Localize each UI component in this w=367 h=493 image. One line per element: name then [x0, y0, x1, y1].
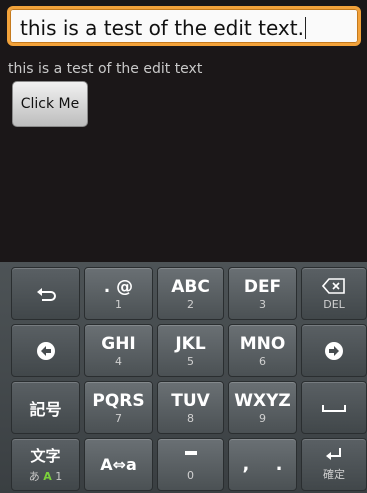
dash-icon	[158, 451, 223, 455]
key-7[interactable]: PQRS 7	[84, 381, 153, 434]
key-4[interactable]: GHI 4	[84, 324, 153, 377]
key-case-toggle[interactable]: A⇔a	[84, 438, 153, 491]
key-1[interactable]: . @ 1	[84, 267, 153, 320]
edit-text-field[interactable]: this is a test of the edit text.	[7, 6, 361, 46]
key-cursor-right[interactable]	[301, 324, 367, 377]
key-space[interactable]	[301, 381, 367, 434]
key-8[interactable]: TUV 8	[157, 381, 224, 434]
key-symbols[interactable]: 記号	[11, 381, 80, 434]
echo-label: this is a test of the edit text	[8, 61, 203, 77]
key-3[interactable]: DEF 3	[228, 267, 297, 320]
key-5[interactable]: JKL 5	[157, 324, 224, 377]
key-input-mode[interactable]: 文字 あ A 1	[11, 438, 80, 491]
backspace-icon	[302, 278, 366, 294]
soft-keyboard: . @ 1 ABC 2 DEF 3 DEL GHI 4 JKL 5 MNO 6	[0, 262, 367, 493]
enter-icon	[302, 447, 366, 463]
arrow-right-icon	[302, 325, 366, 376]
key-punctuation[interactable]: , .	[228, 438, 297, 491]
key-delete[interactable]: DEL	[301, 267, 367, 320]
click-me-button[interactable]: Click Me	[12, 81, 88, 127]
text-caret	[304, 17, 306, 39]
key-9[interactable]: WXYZ 9	[228, 381, 297, 434]
edit-text-value: this is a test of the edit text.	[20, 16, 306, 40]
key-confirm[interactable]: 確定	[301, 438, 367, 491]
key-undo[interactable]	[11, 267, 80, 320]
key-2[interactable]: ABC 2	[157, 267, 224, 320]
undo-icon	[12, 268, 79, 319]
key-6[interactable]: MNO 6	[228, 324, 297, 377]
key-0[interactable]: 0	[157, 438, 224, 491]
input-mode-indicator: あ A 1	[28, 470, 63, 483]
space-icon	[302, 382, 366, 433]
arrow-left-icon	[12, 325, 79, 376]
key-cursor-left[interactable]	[11, 324, 80, 377]
